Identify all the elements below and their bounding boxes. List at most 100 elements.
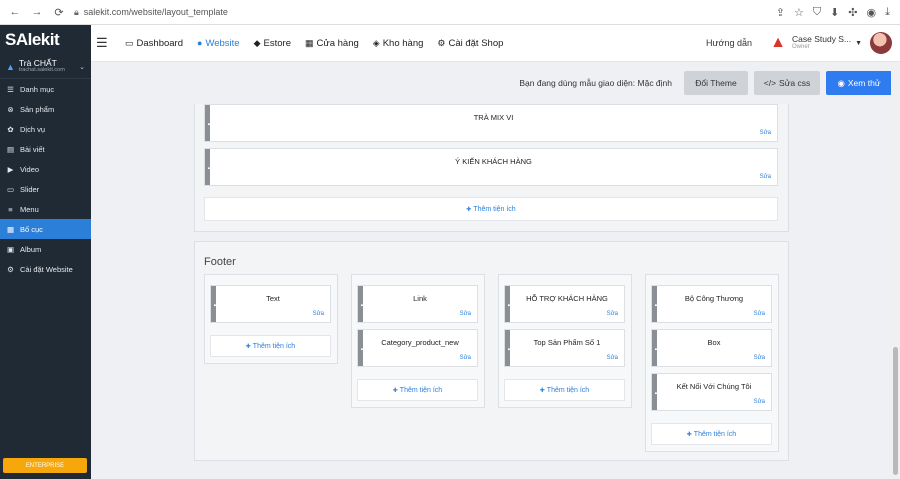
plus-icon: ✚ [392, 387, 398, 394]
widget-edit-link[interactable]: Sửa [754, 355, 765, 361]
url-text: salekit.com/website/layout_template [83, 7, 228, 17]
widget-edit-link[interactable]: Sửa [607, 311, 618, 317]
shop-switcher[interactable]: ▲ Trà CHẤT trachat.salekit.com ⌄ [0, 55, 91, 79]
footer-title: Footer [204, 256, 236, 268]
add-widget-button[interactable]: ✚ Thêm tiện ích [204, 197, 778, 221]
download-icon[interactable]: ⬇ [830, 6, 839, 19]
add-widget-button[interactable]: ✚ Thêm tiện ích [651, 423, 772, 445]
add-widget-button[interactable]: ✚ Thêm tiện ích [210, 335, 331, 357]
account-role: Owner [792, 44, 810, 51]
chevron-down-icon: ⌄ [79, 63, 85, 71]
drag-handle-icon[interactable]: •••• [505, 286, 511, 322]
preview-button[interactable]: ◉ Xem thử [826, 71, 892, 95]
drag-handle-icon[interactable]: •••• [205, 105, 211, 141]
album-icon: ▣ [6, 244, 15, 254]
drag-handle-icon[interactable]: •••• [652, 286, 658, 322]
plus-icon: ✚ [466, 206, 472, 213]
drag-handle-icon[interactable]: •••• [652, 374, 658, 410]
topnav-item-label: Dashboard [136, 37, 183, 49]
shield-icon[interactable]: ⛉ [813, 6, 821, 19]
sidebar-item[interactable]: ▦ Bố cục [0, 219, 91, 239]
widget-title: Link [413, 294, 427, 303]
topnav-item[interactable]: ● Website [197, 38, 240, 49]
drag-handle-icon[interactable]: •••• [505, 330, 511, 366]
topnav-item[interactable]: ▦ Cửa hàng [305, 38, 359, 49]
sidebar-item[interactable]: ☰ Danh mục [0, 79, 91, 99]
footer-widget[interactable]: •••• Box Sửa [651, 329, 772, 367]
widget-tra-mix-vi[interactable]: •••• TRÀ MIX VI Sửa [204, 104, 778, 142]
video-icon: ▶ [7, 164, 14, 174]
profile-icon[interactable]: ◉ [867, 6, 877, 19]
topnav-item[interactable]: ◈ Kho hàng [373, 38, 424, 49]
widget-title: Kết Nối Với Chúng Tôi [676, 382, 752, 391]
footer-widget[interactable]: •••• Text Sửa [210, 285, 331, 323]
topnav-item-label: Cài đặt Shop [448, 37, 504, 49]
footer-widget[interactable]: •••• Bộ Công Thương Sửa [651, 285, 772, 323]
globe-icon: ● [197, 38, 203, 48]
address-bar[interactable]: 🔒︎ salekit.com/website/layout_template [74, 7, 228, 18]
sidebar-item[interactable]: ✿ Dịch vụ [0, 119, 91, 139]
topnav-item[interactable]: ▭ Dashboard [125, 38, 183, 49]
edit-css-button[interactable]: </> Sửa css [754, 71, 820, 95]
footer-widget[interactable]: •••• Top Sản Phẩm Số 1 Sửa [504, 329, 625, 367]
footer-widget[interactable]: •••• Kết Nối Với Chúng Tôi Sửa [651, 373, 772, 411]
account-logo-icon: ▲ [770, 34, 786, 51]
topnav-item[interactable]: ⚙ Cài đặt Shop [437, 38, 503, 49]
sidebar-item[interactable]: ▭ Slider [0, 179, 91, 199]
add-widget-button[interactable]: ✚ Thêm tiện ích [357, 379, 478, 401]
forward-icon[interactable]: → [30, 5, 44, 19]
sidebar-item[interactable]: ⊗ Sản phẩm [0, 99, 91, 119]
slider-icon: ▭ [6, 184, 15, 194]
widget-edit-link[interactable]: Sửa [754, 399, 765, 405]
sidebar-item[interactable]: ▣ Album [0, 239, 91, 259]
add-widget-button[interactable]: ✚ Thêm tiện ích [504, 379, 625, 401]
guide-link[interactable]: Hướng dẫn [706, 38, 752, 48]
caret-down-icon[interactable]: ▼ [855, 40, 862, 47]
hamburger-icon[interactable]: ☰ [96, 35, 110, 51]
star-icon[interactable]: ☆ [794, 6, 804, 19]
reload-icon[interactable]: ⟳ [52, 5, 66, 19]
app-logo[interactable]: SAlekit [0, 25, 91, 55]
sidebar-item[interactable]: ▶ Video [0, 159, 91, 179]
widget-edit-link[interactable]: Sửa [760, 130, 771, 136]
widget-edit-link[interactable]: Sửa [460, 355, 471, 361]
sidebar: SAlekit ▲ Trà CHẤT trachat.salekit.com ⌄… [0, 25, 91, 479]
account-menu[interactable]: Case Study S... Owner [792, 35, 851, 50]
plus-icon: ✚ [539, 387, 545, 394]
footer-widget[interactable]: •••• HỖ TRỢ KHÁCH HÀNG Sửa [504, 285, 625, 323]
sidebar-item[interactable]: ≡ Menu [0, 199, 91, 219]
scrollbar-thumb[interactable] [893, 347, 898, 475]
sidebar-item-label: Menu [20, 204, 39, 214]
drag-handle-icon[interactable]: •••• [358, 330, 364, 366]
sidebar-item-label: Sản phẩm [20, 104, 55, 114]
plan-badge[interactable]: ENTERPRISE [3, 458, 87, 473]
footer-widget[interactable]: •••• Link Sửa [357, 285, 478, 323]
warehouse-icon: ◈ [372, 37, 380, 48]
widget-customer-reviews[interactable]: •••• Ý KIẾN KHÁCH HÀNG Sửa [204, 148, 778, 186]
drag-handle-icon[interactable]: •••• [211, 286, 217, 322]
widget-edit-link[interactable]: Sửa [460, 311, 471, 317]
account-name: Case Study S... [792, 34, 852, 45]
sidebar-item[interactable]: ⚙ Cài đặt Website [0, 259, 91, 279]
widget-edit-link[interactable]: Sửa [754, 311, 765, 317]
download-tray-icon[interactable]: ⤓ [885, 6, 890, 19]
extensions-icon[interactable]: ✣ [848, 6, 857, 19]
scrollbar[interactable] [891, 62, 900, 479]
avatar[interactable] [870, 32, 892, 54]
sidebar-item[interactable]: ▤ Bài viết [0, 139, 91, 159]
back-icon[interactable]: ← [8, 5, 22, 19]
drag-handle-icon[interactable]: •••• [652, 330, 658, 366]
widget-edit-link[interactable]: Sửa [313, 311, 324, 317]
share-icon[interactable]: ⇪ [776, 6, 785, 19]
widget-title: Bộ Công Thương [684, 294, 744, 303]
topnav-item[interactable]: ◆ Estore [254, 38, 291, 49]
widget-edit-link[interactable]: Sửa [760, 174, 771, 180]
widget-edit-link[interactable]: Sửa [607, 355, 618, 361]
article-icon: ▤ [6, 144, 15, 154]
footer-widget[interactable]: •••• Category_product_new Sửa [357, 329, 478, 367]
settings-icon: ⚙ [7, 264, 14, 274]
change-theme-button[interactable]: Đổi Theme [684, 71, 748, 95]
change-theme-label: Đổi Theme [695, 78, 737, 88]
drag-handle-icon[interactable]: •••• [358, 286, 364, 322]
drag-handle-icon[interactable]: •••• [205, 149, 211, 185]
